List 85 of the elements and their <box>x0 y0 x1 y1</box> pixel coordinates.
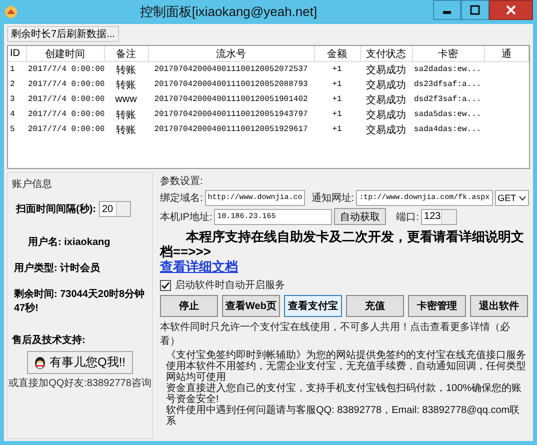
port-label: 端口: <box>396 210 420 224</box>
table-cell: 转账 <box>104 122 148 137</box>
support-label: 售后及技术支持: <box>12 334 86 347</box>
table-cell-text: 2017/7/4 0:00:00 <box>27 109 104 121</box>
action-button[interactable]: 停止 <box>160 295 218 317</box>
minimize-button[interactable] <box>433 0 461 20</box>
table-cell: 20170704200040011100120052072537 <box>148 62 314 77</box>
table-cell: sa2dadas:ew... <box>412 62 484 77</box>
account-field: 用户名: ixiaokang <box>28 235 148 249</box>
table-cell: 1 <box>8 62 26 77</box>
table-cell-text: 交易成功 <box>365 78 407 92</box>
column-header[interactable]: 卡密 <box>438 48 458 60</box>
interval-spinner[interactable]: 20 <box>99 201 131 217</box>
autostart-checkbox[interactable] <box>160 280 171 290</box>
table-cell-text: 20170704200040011100120051929617 <box>153 124 309 136</box>
table-cell-text: 2017/7/4 0:00:00 <box>27 79 104 91</box>
table-cell-text: 20170704200040011100120052088793 <box>153 79 309 91</box>
group-title: 参数设置: <box>160 174 204 188</box>
table-cell: +1 <box>314 62 360 77</box>
penguin-icon <box>34 356 46 370</box>
headline-text: 本程序支持在线自助发卡及二次开发，更看请看详细说明文档==>>> <box>160 229 525 259</box>
qq-button[interactable]: 有事儿您Q我!! <box>27 351 132 374</box>
action-button[interactable]: 充值 <box>346 295 404 317</box>
table-cell: www <box>104 92 148 107</box>
close-icon <box>506 5 516 15</box>
column-header[interactable]: 通 <box>501 48 512 60</box>
notify-label: 通知网址: <box>311 192 354 205</box>
group-title: 账户信息 <box>12 178 53 191</box>
port-spinner[interactable]: 123 <box>421 208 458 224</box>
table-cell-text: +1 <box>331 124 343 136</box>
table-cell-text: 2017/7/4 0:00:00 <box>27 124 104 136</box>
table-cell-text: dsd2f3saf:a... <box>413 94 482 106</box>
maximize-icon <box>470 5 480 15</box>
checkmark-icon <box>161 280 170 290</box>
table-cell-text: 交易成功 <box>365 124 407 137</box>
table-cell-text: sada5das:ew... <box>413 109 482 121</box>
refresh-status: 剩余时长7后刷新数据... <box>7 26 119 42</box>
column-header[interactable]: 创建时间 <box>45 48 85 60</box>
table-cell-text: 4 <box>9 109 16 121</box>
column-header[interactable]: 流水号 <box>216 48 246 60</box>
description-line: 软件使用中遇到任何问题请与客服QQ: 83892778，Email: 83892778@qq.com联系 <box>166 405 521 427</box>
domain-label: 绑定域名: <box>160 192 203 205</box>
autostart-label: 启动软件时自动开启服务 <box>175 278 285 292</box>
doc-link[interactable]: 查看详细文档 <box>160 259 238 274</box>
table-cell-text: 交易成功 <box>365 108 407 122</box>
table-cell-text: +1 <box>331 94 343 106</box>
action-button[interactable]: 查看支付宝 <box>284 295 342 317</box>
method-dropdown[interactable]: GET <box>494 190 530 206</box>
table-cell: 转账 <box>104 77 148 92</box>
description-line: 《支付宝免签约即时到帐辅助》为您的网站提供免签约的支付宝在线充值接口服务 <box>166 350 527 361</box>
table-cell-text: 2017/7/4 0:00:00 <box>27 94 104 106</box>
table-cell-text: +1 <box>331 109 343 121</box>
table-cell-text: 2 <box>9 79 16 91</box>
app-icon <box>4 5 18 19</box>
table-cell: 2017/7/4 0:00:00 <box>26 62 104 77</box>
close-button[interactable] <box>489 0 533 20</box>
column-header[interactable]: 金额 <box>327 48 347 60</box>
qq-note: 或直接加QQ好友:83892778咨询 <box>8 376 152 390</box>
description-line: 资金直接进入您自己的支付宝，支持手机支付宝钱包扫码付款，100%确保您的账号资金安全! <box>166 383 523 405</box>
account-field: 用户类型: 计时会员 <box>14 261 148 275</box>
action-button[interactable]: 退出软件 <box>470 295 528 317</box>
table-cell-text: 20170704200040011100120051901402 <box>153 94 309 106</box>
column-header[interactable]: ID <box>10 48 20 59</box>
notice-text: 本软件同时只允许一个支付宝在线使用，不可多人共用！点击查看更多详情（必看） <box>160 320 511 348</box>
table-cell: 交易成功 <box>360 62 412 77</box>
table-cell: 转账 <box>104 107 148 122</box>
table-cell-text: 交易成功 <box>365 94 407 107</box>
maximize-button[interactable] <box>461 0 489 20</box>
table-cell-text: 3 <box>9 94 16 106</box>
column-header[interactable]: 备注 <box>116 48 136 60</box>
ip-label: 本机IP地址: <box>160 210 212 224</box>
table-cell: 转账 <box>104 62 148 77</box>
window-title: 控制面板[ixiaokang@yeah.net] <box>138 3 318 21</box>
table-cell-text: +1 <box>331 79 343 91</box>
caret-icon <box>519 196 526 200</box>
account-field: 剩余时间: 73044天20时8分钟47秒! <box>14 287 148 315</box>
table-cell-text: 20170704200040011100120051943797 <box>153 109 309 121</box>
description-line: 使用本软件不用签约，无需企业支付宝，无充值手续费，自动通知回调，任何类型网站均可使用 <box>166 361 527 383</box>
table-cell-text: 5 <box>9 124 16 136</box>
action-button[interactable]: 查看Web页 <box>222 295 280 317</box>
interval-label: 扫面时间间隔(秒): <box>16 202 96 216</box>
auto-detect-button[interactable]: 自动获取 <box>334 208 386 225</box>
action-button[interactable]: 卡密管理 <box>408 295 466 317</box>
table-cell-text: ds23dfsaf:a... <box>413 79 482 91</box>
table-cell-text: sada4das:ew... <box>413 124 482 136</box>
